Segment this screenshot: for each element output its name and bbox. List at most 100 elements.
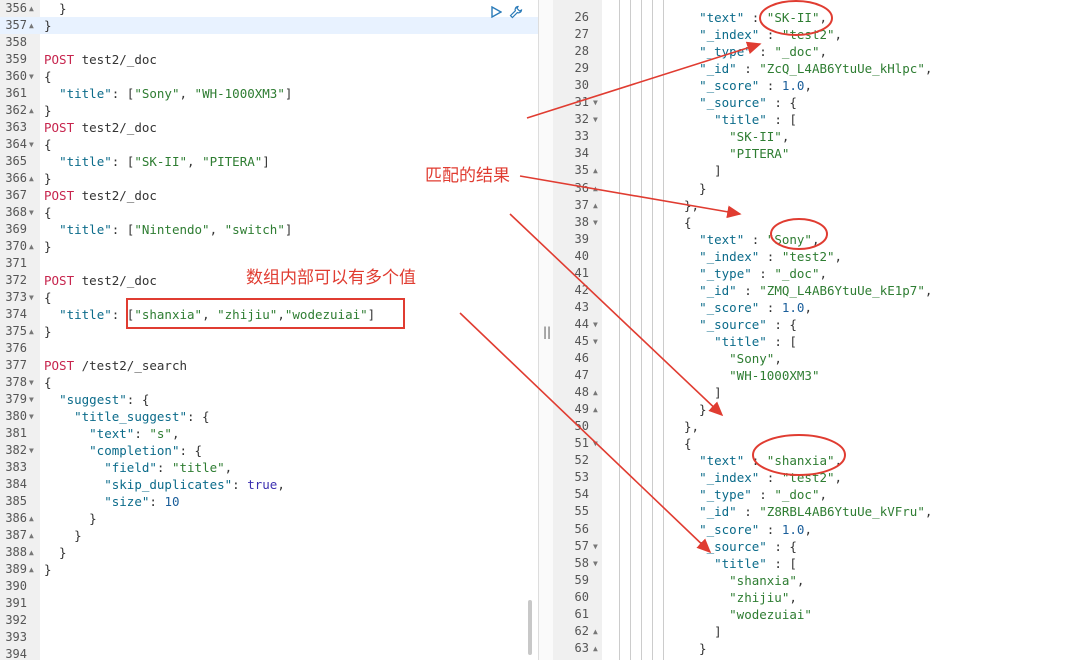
code-line[interactable]: 382 ▼ "completion": {	[0, 442, 538, 459]
fold-collapse-icon[interactable]: ▼	[593, 435, 598, 452]
fold-collapse-icon[interactable]: ▼	[29, 204, 34, 221]
code-line[interactable]: 40 "_index" : "test2",	[553, 248, 1082, 265]
fold-expand-icon[interactable]: ▲	[29, 238, 34, 255]
code-line[interactable]: 358	[0, 34, 538, 51]
fold-expand-icon[interactable]: ▲	[29, 17, 34, 34]
code-line[interactable]: 63 ▲ }	[553, 640, 1082, 657]
code-line[interactable]: 31 ▼ "_source" : {	[553, 94, 1082, 111]
fold-collapse-icon[interactable]: ▼	[593, 333, 598, 350]
code-line[interactable]: 362 ▲}	[0, 102, 538, 119]
divider-grip-icon[interactable]: ||	[543, 325, 551, 339]
code-line[interactable]: 356 ▲ }	[0, 0, 538, 17]
fold-expand-icon[interactable]: ▲	[29, 561, 34, 578]
fold-collapse-icon[interactable]: ▼	[29, 442, 34, 459]
fold-collapse-icon[interactable]: ▼	[29, 68, 34, 85]
code-line[interactable]: 54 "_type" : "_doc",	[553, 486, 1082, 503]
fold-collapse-icon[interactable]: ▼	[593, 538, 598, 555]
code-line[interactable]: 384 "skip_duplicates": true,	[0, 476, 538, 493]
code-line[interactable]: 357 ▲}	[0, 17, 538, 34]
code-line[interactable]: 387 ▲ }	[0, 527, 538, 544]
fold-collapse-icon[interactable]: ▼	[29, 391, 34, 408]
code-line[interactable]: 36 ▲ }	[553, 180, 1082, 197]
code-line[interactable]: 41 "_type" : "_doc",	[553, 265, 1082, 282]
fold-collapse-icon[interactable]: ▼	[29, 374, 34, 391]
fold-expand-icon[interactable]: ▲	[593, 640, 598, 657]
wrench-icon[interactable]	[508, 4, 524, 20]
code-line[interactable]: 56 "_score" : 1.0,	[553, 521, 1082, 538]
code-line[interactable]: 53 "_index" : "test2",	[553, 469, 1082, 486]
code-line[interactable]: 60 "zhijiu",	[553, 589, 1082, 606]
fold-expand-icon[interactable]: ▲	[593, 162, 598, 179]
code-line[interactable]: 42 "_id" : "ZMQ_L4AB6YtuUe_kE1p7",	[553, 282, 1082, 299]
code-line[interactable]: 59 "shanxia",	[553, 572, 1082, 589]
code-line[interactable]: 57 ▼ "_source" : {	[553, 538, 1082, 555]
code-line[interactable]: 51 ▼ {	[553, 435, 1082, 452]
code-line[interactable]: 359 POST test2/_doc	[0, 51, 538, 68]
code-line[interactable]: 386 ▲ }	[0, 510, 538, 527]
code-line[interactable]: 361 "title": ["Sony", "WH-1000XM3"]	[0, 85, 538, 102]
code-line[interactable]: 44 ▼ "_source" : {	[553, 316, 1082, 333]
code-line[interactable]: 49 ▲ }	[553, 401, 1082, 418]
code-line[interactable]: 385 "size": 10	[0, 493, 538, 510]
code-line[interactable]: 364 ▼ {	[0, 136, 538, 153]
code-line[interactable]: 37 ▲},	[553, 197, 1082, 214]
code-line[interactable]: 30 "_score" : 1.0,	[553, 77, 1082, 94]
code-line[interactable]: 374 "title": ["shanxia", "zhijiu","wodez…	[0, 306, 538, 323]
code-line[interactable]: 33 "SK-II",	[553, 128, 1082, 145]
response-viewer[interactable]: 26 "text" : "SK-II", 27 "_index" : "test2…	[553, 0, 1082, 660]
fold-collapse-icon[interactable]: ▼	[593, 316, 598, 333]
request-editor[interactable]: 356 ▲ } 357 ▲} 358 359 POST test2/_doc 360 ▼{361…	[0, 0, 538, 660]
code-line[interactable]: 369 "title": ["Nintendo", "switch"]	[0, 221, 538, 238]
code-line[interactable]: 377 POST /test2/_search	[0, 357, 538, 374]
code-line[interactable]: 368 ▼ {	[0, 204, 538, 221]
code-line[interactable]: 39 "text" : "Sony",	[553, 231, 1082, 248]
vertical-scrollbar[interactable]	[528, 600, 532, 655]
code-line[interactable]: 393	[0, 629, 538, 646]
code-line[interactable]: 46 "Sony",	[553, 350, 1082, 367]
fold-expand-icon[interactable]: ▲	[593, 197, 598, 214]
code-line[interactable]: 391	[0, 595, 538, 612]
fold-expand-icon[interactable]: ▲	[29, 527, 34, 544]
code-line[interactable]: 394	[0, 646, 538, 660]
code-line[interactable]: 363 POST test2/_doc	[0, 119, 538, 136]
code-line[interactable]: 38 ▼ {	[553, 214, 1082, 231]
fold-collapse-icon[interactable]: ▼	[593, 111, 598, 128]
fold-collapse-icon[interactable]: ▼	[29, 136, 34, 153]
fold-expand-icon[interactable]: ▲	[593, 623, 598, 640]
code-line[interactable]: 390	[0, 578, 538, 595]
fold-expand-icon[interactable]: ▲	[29, 544, 34, 561]
fold-expand-icon[interactable]: ▲	[593, 401, 598, 418]
fold-expand-icon[interactable]: ▲	[593, 384, 598, 401]
code-line[interactable]: 47 "WH-1000XM3"	[553, 367, 1082, 384]
fold-expand-icon[interactable]: ▲	[29, 323, 34, 340]
code-line[interactable]: 360 ▼ {	[0, 68, 538, 85]
code-line[interactable]: 375 ▲}	[0, 323, 538, 340]
code-line[interactable]: 58 ▼ "title" : [	[553, 555, 1082, 572]
code-line[interactable]: 373 ▼ {	[0, 289, 538, 306]
code-line[interactable]: 32 ▼ "title" : [	[553, 111, 1082, 128]
fold-expand-icon[interactable]: ▲	[29, 102, 34, 119]
fold-expand-icon[interactable]: ▲	[593, 180, 598, 197]
code-line[interactable]: 55 "_id" : "Z8RBL4AB6YtuUe_kVFru",	[553, 503, 1082, 520]
fold-expand-icon[interactable]: ▲	[29, 0, 34, 17]
code-line[interactable]: 376	[0, 340, 538, 357]
code-line[interactable]: 52 "text" : "shanxia",	[553, 452, 1082, 469]
code-line[interactable]: 28 "_type" : "_doc",	[553, 43, 1082, 60]
code-line[interactable]: 50},	[553, 418, 1082, 435]
code-line[interactable]: 27 "_index" : "test2",	[553, 26, 1082, 43]
fold-expand-icon[interactable]: ▲	[29, 170, 34, 187]
code-line[interactable]: 62 ▲ ]	[553, 623, 1082, 640]
code-line[interactable]: 26 "text" : "SK-II",	[553, 9, 1082, 26]
code-line[interactable]: 392	[0, 612, 538, 629]
fold-collapse-icon[interactable]: ▼	[29, 408, 34, 425]
code-line[interactable]: 380 ▼ "title_suggest": {	[0, 408, 538, 425]
fold-collapse-icon[interactable]: ▼	[29, 289, 34, 306]
code-line[interactable]: 61 "wodezuiai"	[553, 606, 1082, 623]
code-line[interactable]: 48 ▲ ]	[553, 384, 1082, 401]
code-line[interactable]: 45 ▼ "title" : [	[553, 333, 1082, 350]
code-line[interactable]: 34 "PITERA"	[553, 145, 1082, 162]
code-line[interactable]: 43 "_score" : 1.0,	[553, 299, 1082, 316]
code-line[interactable]: 367 POST test2/_doc	[0, 187, 538, 204]
code-line[interactable]: 388 ▲ }	[0, 544, 538, 561]
code-line[interactable]: 378 ▼ {	[0, 374, 538, 391]
